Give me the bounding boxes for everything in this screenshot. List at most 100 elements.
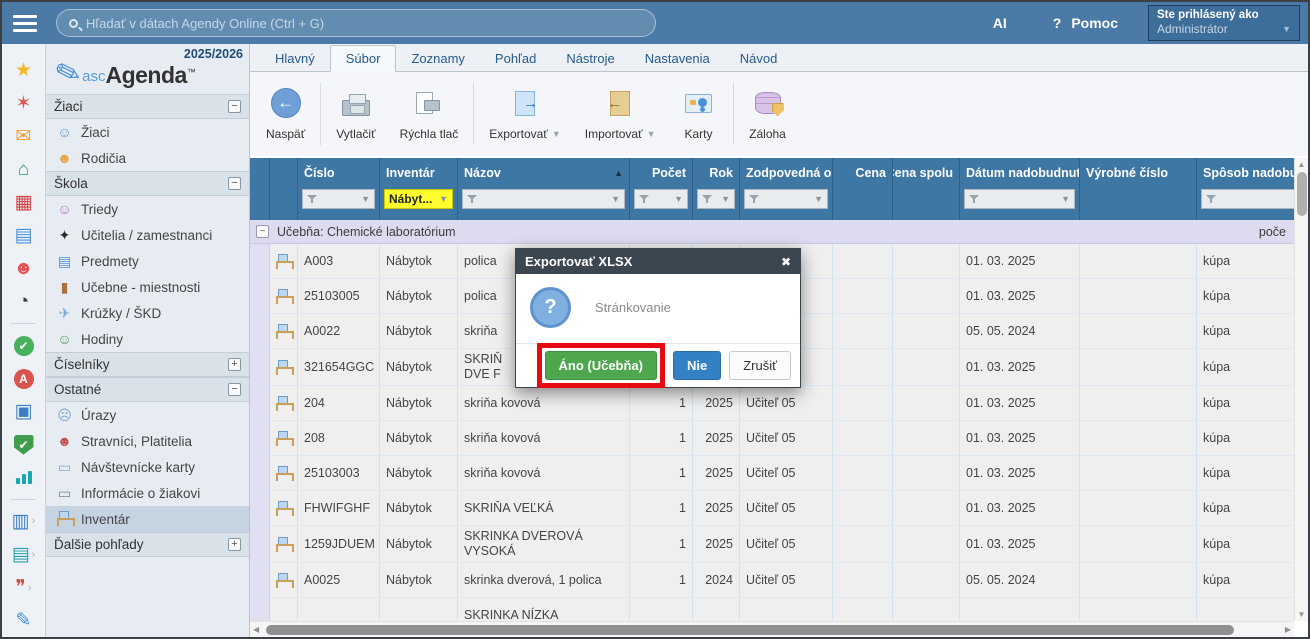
horizontal-scroll-thumb[interactable] xyxy=(266,625,1234,635)
statistics-bars-icon[interactable] xyxy=(2,461,45,494)
collapse-icon[interactable]: − xyxy=(228,383,241,396)
signature-pen-icon[interactable]: ✎ xyxy=(2,604,45,637)
tab-nastavenia[interactable]: Nastavenia xyxy=(630,46,725,71)
table-row[interactable]: 208Nábytokskriňa kovová12025Učiteľ 0501.… xyxy=(250,421,1294,456)
filter-sp-sob-nadobudnutia[interactable]: ▼ xyxy=(1201,189,1294,209)
tab-poh-ad[interactable]: Pohľad xyxy=(480,46,551,71)
vytla-i-button[interactable]: Vytlačiť xyxy=(324,83,387,145)
filter-zodpovedn-osoba[interactable]: ▼ xyxy=(744,189,828,209)
horizontal-scrollbar[interactable]: ◀ ▶ xyxy=(250,621,1294,637)
collapse-icon[interactable]: − xyxy=(228,100,241,113)
sidebar-item-inform-cie-o-iakovi[interactable]: ▭Informácie o žiakovi xyxy=(46,480,249,506)
wizard-wand-icon[interactable]: ✶ xyxy=(2,87,45,120)
sidebar-section-seln-ky[interactable]: Číselníky+ xyxy=(46,352,249,377)
table-row[interactable]: 1259JDUEMNábytokSKRINKA DVEROVÁ VYSOKÁ12… xyxy=(250,526,1294,563)
calendar-clock-icon[interactable]: ◔ xyxy=(2,285,45,318)
tab-n-stroje[interactable]: Nástroje xyxy=(551,46,629,71)
filter-po-et[interactable]: ▼ xyxy=(634,189,688,209)
column-header-invent-r[interactable]: Inventár xyxy=(380,158,457,184)
scroll-down-icon[interactable]: ▼ xyxy=(1298,610,1306,619)
scroll-left-icon[interactable]: ◀ xyxy=(253,625,259,634)
filter-rok[interactable]: ▼ xyxy=(697,189,735,209)
nasp-button[interactable]: ←Naspäť xyxy=(254,83,317,145)
school-house-icon[interactable]: ⌂ xyxy=(2,153,45,186)
table-row[interactable]: 25103003Nábytokskriňa kovová12025Učiteľ … xyxy=(250,456,1294,491)
substitutions-person-icon[interactable]: ☻ xyxy=(2,252,45,285)
sidebar-item-predmety[interactable]: ▤Predmety xyxy=(46,248,249,274)
ai-button[interactable]: AI xyxy=(993,15,1007,31)
sidebar-item-razy[interactable]: ☹Úrazy xyxy=(46,402,249,428)
sidebar-section-kola[interactable]: Škola− xyxy=(46,171,249,196)
column-header-sp-sob-nadobudnutia[interactable]: Spôsob nadobudnutia xyxy=(1197,158,1294,184)
search-input[interactable] xyxy=(86,16,643,31)
scroll-up-icon[interactable]: ▲ xyxy=(1298,160,1306,169)
table-row[interactable]: A0025Nábytokskrinka dverová, 1 polica120… xyxy=(250,563,1294,598)
favorites-star-icon[interactable]: ★ xyxy=(2,54,45,87)
chat-bubbles-icon[interactable]: ❞› xyxy=(2,571,45,604)
expand-icon[interactable]: + xyxy=(228,358,241,371)
zru-i-button[interactable]: Zrušiť xyxy=(729,351,791,380)
sidebar-item-invent-r[interactable]: Inventár xyxy=(46,506,249,532)
briefcase-icon[interactable]: ▣ xyxy=(2,395,45,428)
help-button[interactable]: ? Pomoc xyxy=(1053,15,1118,31)
column-header-cena-spolu[interactable]: Cena spolu xyxy=(893,158,959,184)
sidebar-item-stravn-ci-platitelia[interactable]: ☻Stravníci, Platitelia xyxy=(46,428,249,454)
collapse-group-icon[interactable]: − xyxy=(256,225,269,238)
table-row[interactable]: 204Nábytokskriňa kovová12025Učiteľ 0501.… xyxy=(250,386,1294,421)
vertical-scroll-thumb[interactable] xyxy=(1297,172,1307,216)
sidebar-item-iaci[interactable]: ☺Žiaci xyxy=(46,119,249,145)
column-header-v-robn-slo[interactable]: Výrobné číslo xyxy=(1080,158,1196,184)
sidebar-item-kr-ky-kd[interactable]: ✈Krúžky / ŠKD xyxy=(46,300,249,326)
tab-zoznamy[interactable]: Zoznamy xyxy=(396,46,479,71)
column-header-cena[interactable]: Cena xyxy=(833,158,892,184)
filter-d-tum-nadobudnutia[interactable]: ▼ xyxy=(964,189,1075,209)
sidebar-item-u-itelia-zamestnanci[interactable]: ✦Učitelia / zamestnanci xyxy=(46,222,249,248)
scroll-right-icon[interactable]: ▶ xyxy=(1285,625,1291,634)
sidebar-item-triedy[interactable]: ☺Triedy xyxy=(46,196,249,222)
column-header-n-zov[interactable]: Názov▲ xyxy=(458,158,629,184)
global-search[interactable] xyxy=(56,9,656,37)
nie-button[interactable]: Nie xyxy=(673,351,721,380)
timetable-grid-icon[interactable]: ▦ xyxy=(2,186,45,219)
importova-button[interactable]: Importovať▼ xyxy=(573,83,668,145)
sidebar-item-u-ebne-miestnosti[interactable]: ▮Učebne - miestnosti xyxy=(46,274,249,300)
gradebook-icon[interactable]: ▤ xyxy=(2,219,45,252)
shield-check-icon[interactable]: ✔ xyxy=(2,428,45,461)
expand-icon[interactable]: + xyxy=(228,538,241,551)
collapse-icon[interactable]: − xyxy=(228,177,241,190)
attendance-check-icon[interactable]: ✔ xyxy=(2,329,45,362)
tab-n-vod[interactable]: Návod xyxy=(725,46,793,71)
sidebar-section-al-ie-poh-ady[interactable]: Ďalšie pohľady+ xyxy=(46,532,249,557)
documents-icon[interactable]: ▤› xyxy=(2,538,45,571)
vertical-scrollbar[interactable]: ▲ ▼ xyxy=(1294,158,1308,621)
hamburger-menu-icon[interactable] xyxy=(2,15,48,32)
sidebar-section-iaci[interactable]: Žiaci− xyxy=(46,94,249,119)
karty-button[interactable]: Karty xyxy=(668,83,730,145)
tab-s-bor[interactable]: Súbor xyxy=(330,45,397,72)
messages-envelope-icon[interactable]: ✉ xyxy=(2,120,45,153)
sidebar-item-n-v-tevn-cke-karty[interactable]: ▭Návštevnícke karty xyxy=(46,454,249,480)
library-book-icon[interactable]: ▥› xyxy=(2,505,45,538)
table-row[interactable]: FHWIFGHFNábytokSKRIŇA VEĽKÁ12025Učiteľ 0… xyxy=(250,491,1294,526)
filter-n-zov[interactable]: ▼ xyxy=(462,189,625,209)
table-row[interactable]: SKRINKA NÍZKA xyxy=(250,598,1294,621)
r-chla-tla-button[interactable]: Rýchla tlač xyxy=(388,83,471,145)
classes-icon: ☺ xyxy=(56,202,73,216)
filter-slo[interactable]: ▼ xyxy=(302,189,375,209)
column-header-d-tum-nadobudnutia[interactable]: Dátum nadobudnutia xyxy=(960,158,1079,184)
exportova-button[interactable]: Exportovať▼ xyxy=(477,83,572,145)
z-loha-button[interactable]: Záloha xyxy=(737,83,799,145)
logged-in-user-menu[interactable]: Ste prihlásený ako Administrátor ▼ xyxy=(1148,5,1300,41)
grades-a-icon[interactable]: A xyxy=(2,362,45,395)
column-header-slo[interactable]: Číslo xyxy=(298,158,379,184)
close-icon[interactable]: ✖ xyxy=(781,255,791,269)
sidebar-section-ostatn[interactable]: Ostatné− xyxy=(46,377,249,402)
sidebar-item-hodiny[interactable]: ☺Hodiny xyxy=(46,326,249,352)
no-u-eb-a-button[interactable]: Áno (Učebňa) xyxy=(545,351,658,380)
column-header-po-et[interactable]: Počet xyxy=(630,158,692,184)
sidebar-item-rodi-ia[interactable]: ☻Rodičia xyxy=(46,145,249,171)
column-header-rok[interactable]: Rok xyxy=(693,158,739,184)
filter-invent-r[interactable]: Nábyt...▼ xyxy=(384,189,453,209)
tab-hlavn[interactable]: Hlavný xyxy=(260,46,330,71)
column-header-zodpovedn-osoba[interactable]: Zodpovedná osoba xyxy=(740,158,832,184)
